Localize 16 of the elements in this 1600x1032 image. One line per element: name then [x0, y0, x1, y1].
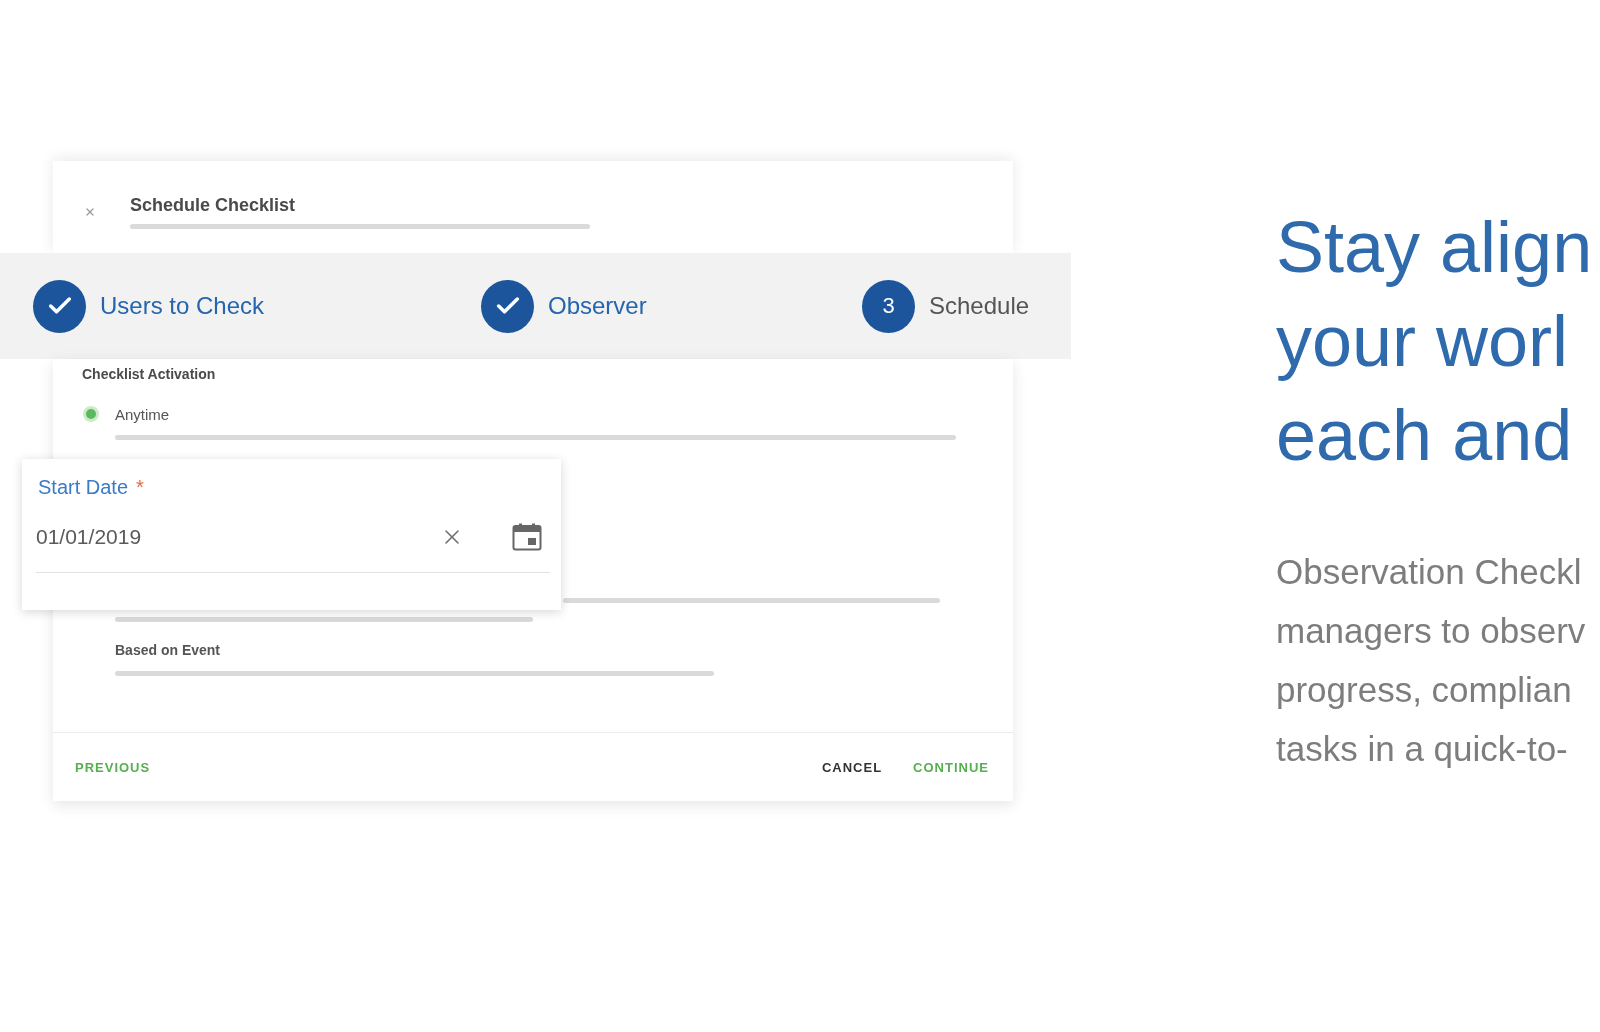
step-label: Users to Check: [100, 292, 265, 320]
date-field[interactable]: 01/01/2019: [36, 515, 550, 573]
radio-button[interactable]: [83, 406, 99, 422]
body-text: Observation Checkl managers to observ progress, complian tasks in a quick-to-: [1276, 551, 1586, 770]
field-label: Start Date *: [38, 475, 144, 499]
option-label: Anytime: [115, 405, 170, 423]
dialog-title: Schedule Checklist: [130, 195, 296, 215]
step-label: Observer: [548, 292, 647, 320]
step-number: 3: [862, 279, 915, 333]
option-label: Based on Event: [115, 641, 221, 659]
secondary-button[interactable]: CANCEL: [813, 753, 891, 781]
close-icon[interactable]: [84, 206, 96, 218]
headline: Stay align your worl each and: [1276, 206, 1593, 477]
section-heading: Checklist Activation: [82, 366, 216, 382]
calendar-icon[interactable]: [512, 522, 542, 551]
step-label: Schedule: [929, 292, 1030, 320]
